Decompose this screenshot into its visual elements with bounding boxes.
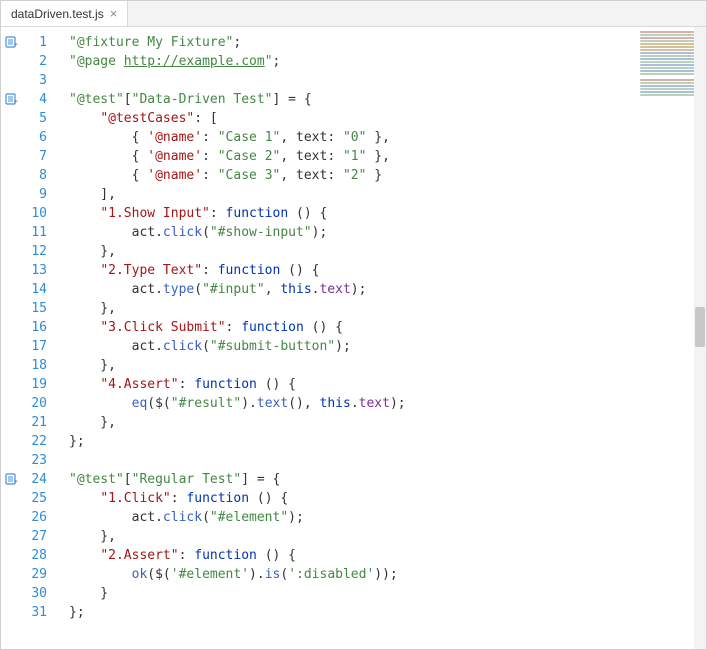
line-number: 1 xyxy=(1,33,61,52)
line-number: 11 xyxy=(1,223,61,242)
code-line[interactable]: { '@name': "Case 2", text: "1" }, xyxy=(69,147,706,166)
code-line[interactable]: }; xyxy=(69,432,706,451)
code-line[interactable]: "@page http://example.com"; xyxy=(69,52,706,71)
close-icon[interactable]: × xyxy=(110,7,118,20)
code-line[interactable]: "@testCases": [ xyxy=(69,109,706,128)
code-line[interactable]: act.click("#show-input"); xyxy=(69,223,706,242)
line-number: 5 xyxy=(1,109,61,128)
line-number: 4 xyxy=(1,90,61,109)
code-line[interactable]: ], xyxy=(69,185,706,204)
code-line[interactable]: { '@name': "Case 3", text: "2" } xyxy=(69,166,706,185)
editor-frame: dataDriven.test.js × 1234567891011121314… xyxy=(0,0,707,650)
run-gutter-icon[interactable] xyxy=(5,92,19,106)
line-number: 13 xyxy=(1,261,61,280)
line-number: 25 xyxy=(1,489,61,508)
line-number: 6 xyxy=(1,128,61,147)
code-line[interactable]: "@test"["Regular Test"] = { xyxy=(69,470,706,489)
code-line[interactable]: "1.Show Input": function () { xyxy=(69,204,706,223)
code-line[interactable] xyxy=(69,71,706,90)
line-number: 18 xyxy=(1,356,61,375)
line-number: 22 xyxy=(1,432,61,451)
line-number: 12 xyxy=(1,242,61,261)
code-line[interactable]: act.type("#input", this.text); xyxy=(69,280,706,299)
line-number: 14 xyxy=(1,280,61,299)
code-line[interactable]: } xyxy=(69,584,706,603)
line-number: 31 xyxy=(1,603,61,622)
line-number: 3 xyxy=(1,71,61,90)
code-line[interactable]: "1.Click": function () { xyxy=(69,489,706,508)
line-number: 30 xyxy=(1,584,61,603)
line-number: 15 xyxy=(1,299,61,318)
code-line[interactable]: "4.Assert": function () { xyxy=(69,375,706,394)
code-line[interactable]: act.click("#submit-button"); xyxy=(69,337,706,356)
code-line[interactable]: "@fixture My Fixture"; xyxy=(69,33,706,52)
line-number: 10 xyxy=(1,204,61,223)
line-number: 24 xyxy=(1,470,61,489)
code-line[interactable]: "3.Click Submit": function () { xyxy=(69,318,706,337)
gutter: 1234567891011121314151617181920212223242… xyxy=(1,27,61,649)
code-line[interactable]: }, xyxy=(69,242,706,261)
line-number: 20 xyxy=(1,394,61,413)
run-gutter-icon[interactable] xyxy=(5,472,19,486)
code-line[interactable]: "2.Assert": function () { xyxy=(69,546,706,565)
line-number: 19 xyxy=(1,375,61,394)
line-number: 17 xyxy=(1,337,61,356)
line-number: 23 xyxy=(1,451,61,470)
line-number: 28 xyxy=(1,546,61,565)
code-line[interactable]: { '@name': "Case 1", text: "0" }, xyxy=(69,128,706,147)
code-line[interactable]: ok($('#element').is(':disabled')); xyxy=(69,565,706,584)
scrollbar-track[interactable] xyxy=(694,27,706,649)
line-number: 29 xyxy=(1,565,61,584)
line-number: 8 xyxy=(1,166,61,185)
run-gutter-icon[interactable] xyxy=(5,35,19,49)
code-line[interactable]: eq($("#result").text(), this.text); xyxy=(69,394,706,413)
code-line[interactable]: }, xyxy=(69,527,706,546)
line-number: 27 xyxy=(1,527,61,546)
line-number: 7 xyxy=(1,147,61,166)
scrollbar-thumb[interactable] xyxy=(695,307,705,347)
editor-area[interactable]: 1234567891011121314151617181920212223242… xyxy=(1,27,706,649)
code-line[interactable]: }, xyxy=(69,299,706,318)
line-number: 16 xyxy=(1,318,61,337)
line-number: 2 xyxy=(1,52,61,71)
code-line[interactable]: "@test"["Data-Driven Test"] = { xyxy=(69,90,706,109)
code-line[interactable]: }, xyxy=(69,413,706,432)
tab-bar: dataDriven.test.js × xyxy=(1,1,706,27)
line-number: 9 xyxy=(1,185,61,204)
file-tab-title: dataDriven.test.js xyxy=(11,7,104,21)
file-tab[interactable]: dataDriven.test.js × xyxy=(1,1,128,26)
code-line[interactable] xyxy=(69,451,706,470)
line-number: 26 xyxy=(1,508,61,527)
code-line[interactable]: }; xyxy=(69,603,706,622)
code-line[interactable]: act.click("#element"); xyxy=(69,508,706,527)
line-number: 21 xyxy=(1,413,61,432)
code-area[interactable]: "@fixture My Fixture";"@page http://exam… xyxy=(61,27,706,649)
code-line[interactable]: "2.Type Text": function () { xyxy=(69,261,706,280)
code-line[interactable]: }, xyxy=(69,356,706,375)
